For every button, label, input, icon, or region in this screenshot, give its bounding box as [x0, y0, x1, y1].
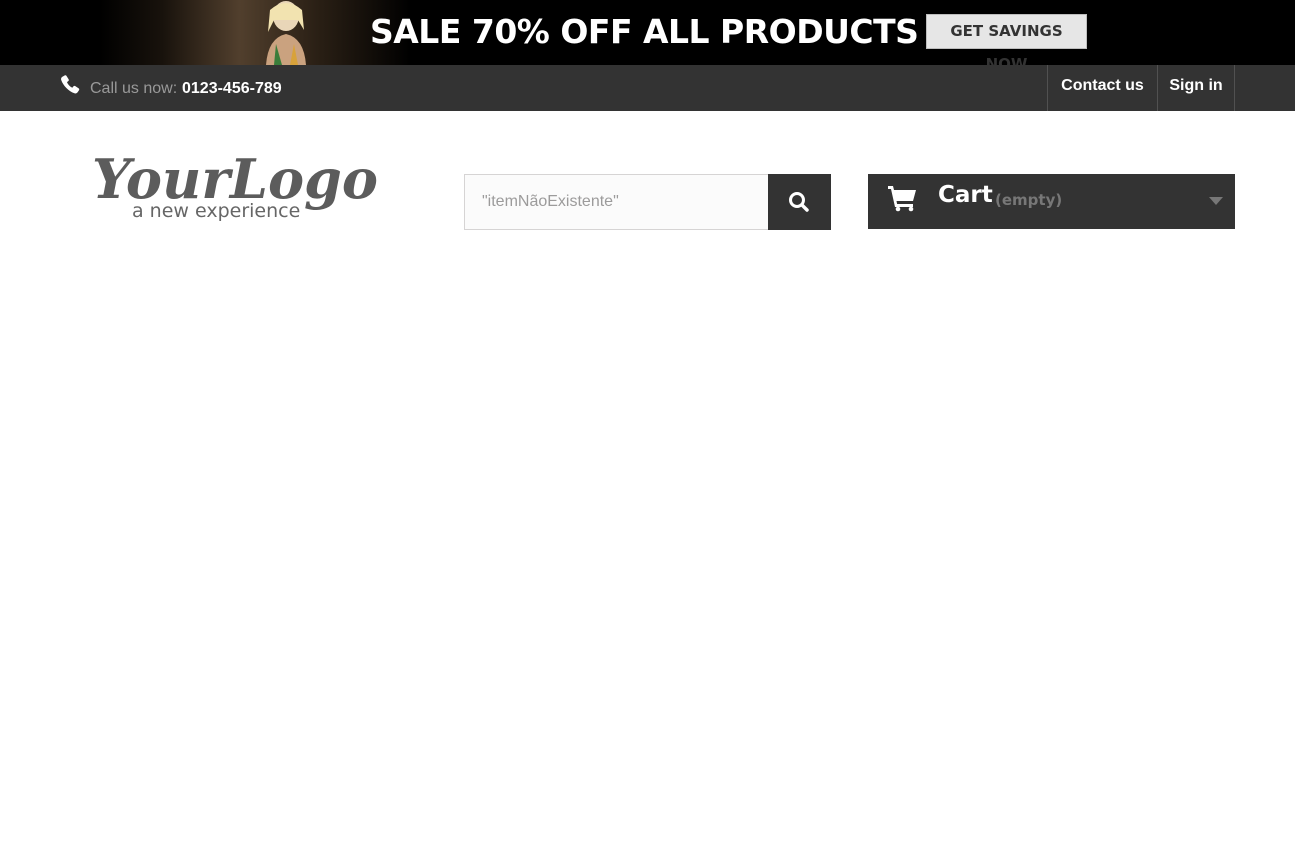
promo-headline: SALE 70% OFF ALL PRODUCTS	[370, 12, 919, 51]
phone-number: 0123-456-789	[182, 80, 282, 97]
top-nav-bar: Call us now: 0123-456-789 Contact us Sig…	[0, 65, 1295, 111]
phone-icon	[61, 75, 80, 94]
cart-dropdown[interactable]: Cart (empty)	[868, 174, 1235, 229]
get-savings-button[interactable]: GET SAVINGS NOW	[926, 14, 1087, 65]
site-logo[interactable]: YourLogo a new experience	[88, 138, 384, 228]
promo-model-figure	[266, 1, 306, 65]
chevron-down-icon	[1209, 197, 1223, 205]
search-input[interactable]	[464, 174, 769, 230]
call-us-label: Call us now:	[90, 80, 178, 97]
shopping-cart-icon	[888, 186, 916, 212]
contact-us-link[interactable]: Contact us	[1047, 65, 1157, 111]
logo-tagline: a new experience	[132, 200, 300, 222]
search-button[interactable]	[768, 174, 831, 230]
cart-status: (empty)	[995, 191, 1063, 209]
promo-banner[interactable]: SALE 70% OFF ALL PRODUCTS GET SAVINGS NO…	[0, 0, 1295, 65]
cart-label: Cart	[938, 182, 993, 208]
sign-in-link[interactable]: Sign in	[1157, 65, 1235, 111]
search-icon	[789, 192, 809, 212]
